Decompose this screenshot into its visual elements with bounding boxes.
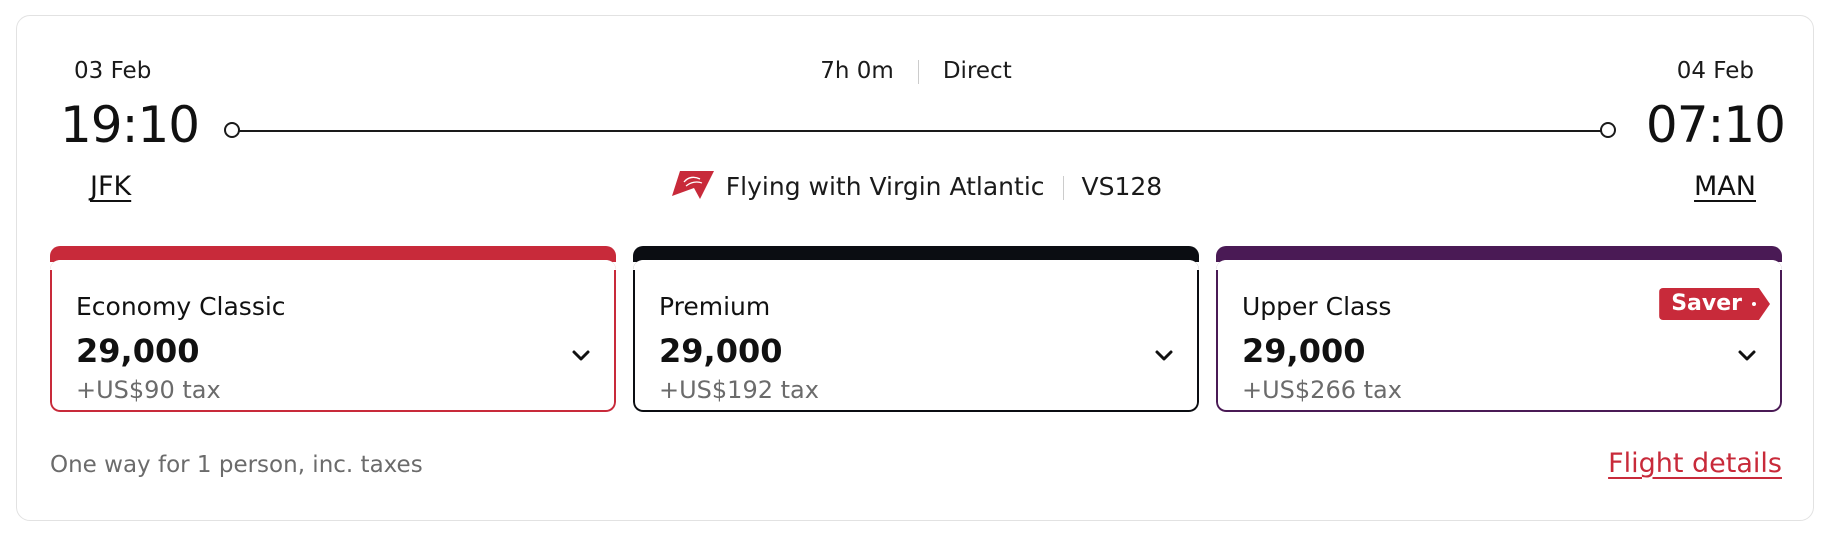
arrival-time: 07:10 bbox=[1645, 96, 1786, 154]
points-price: 29,000 bbox=[76, 332, 200, 370]
divider bbox=[917, 59, 919, 84]
flight-details-link[interactable]: Flight details bbox=[1608, 448, 1782, 479]
cabin-name: Premium bbox=[659, 292, 771, 321]
fare-option-upper-class[interactable]: Upper Class Saver 29,000 +US$266 tax bbox=[1216, 246, 1782, 412]
virgin-atlantic-logo-icon bbox=[671, 171, 714, 199]
chevron-down-icon[interactable] bbox=[1736, 344, 1758, 366]
departure-time: 19:10 bbox=[60, 96, 200, 154]
fare-option-premium[interactable]: Premium 29,000 +US$192 tax bbox=[633, 246, 1199, 412]
stops: Direct bbox=[942, 58, 1012, 84]
journey-summary: 7h 0m Direct bbox=[0, 58, 1832, 84]
cabin-name: Economy Classic bbox=[76, 292, 286, 321]
fare-option-economy-classic[interactable]: Economy Classic 29,000 +US$90 tax bbox=[50, 246, 616, 412]
tax-amount: +US$192 tax bbox=[659, 376, 819, 404]
saver-badge: Saver bbox=[1659, 288, 1770, 320]
route-line bbox=[232, 129, 1608, 132]
cabin-name: Upper Class bbox=[1242, 292, 1392, 321]
fare-body: Premium 29,000 +US$192 tax bbox=[633, 260, 1199, 412]
chevron-down-icon[interactable] bbox=[1153, 344, 1175, 366]
points-price: 29,000 bbox=[659, 332, 783, 370]
tax-amount: +US$90 tax bbox=[76, 376, 221, 404]
airline-info: Flying with Virgin Atlantic VS128 bbox=[0, 171, 1832, 205]
duration: 7h 0m bbox=[820, 58, 894, 84]
divider bbox=[1062, 176, 1064, 200]
origin-dot bbox=[224, 122, 240, 138]
chevron-down-icon[interactable] bbox=[570, 344, 592, 366]
airline-operator: Flying with Virgin Atlantic bbox=[725, 172, 1045, 201]
fare-body: Economy Classic 29,000 +US$90 tax bbox=[50, 260, 616, 412]
tax-amount: +US$266 tax bbox=[1242, 376, 1402, 404]
tag-hole-icon bbox=[1752, 302, 1756, 306]
points-price: 29,000 bbox=[1242, 332, 1366, 370]
flight-number: VS128 bbox=[1081, 172, 1163, 201]
fare-note: One way for 1 person, inc. taxes bbox=[50, 452, 423, 478]
destination-dot bbox=[1600, 122, 1616, 138]
saver-badge-label: Saver bbox=[1671, 291, 1742, 316]
fare-body: Upper Class Saver 29,000 +US$266 tax bbox=[1216, 260, 1782, 412]
